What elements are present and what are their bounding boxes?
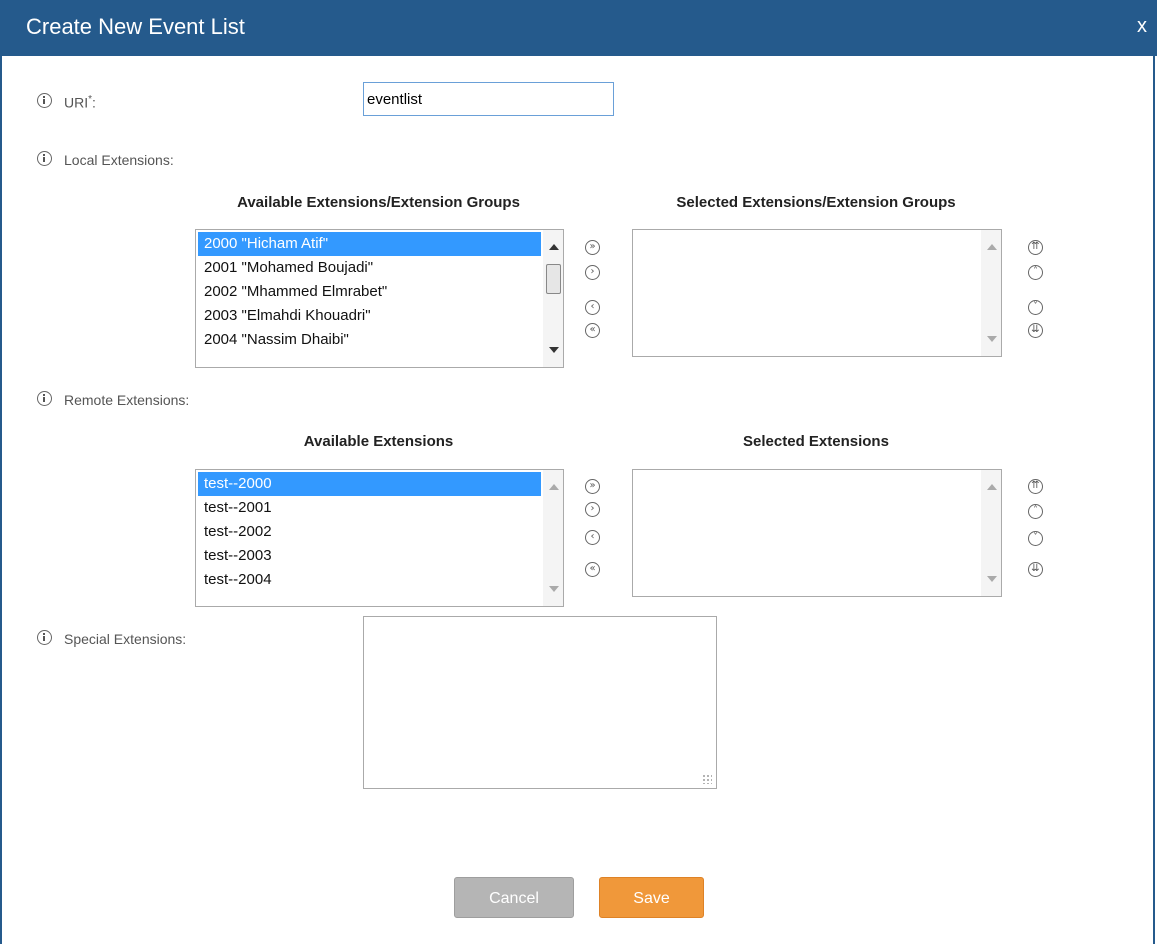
uri-input[interactable]: [363, 82, 614, 116]
scrollbar[interactable]: [543, 230, 563, 367]
local-selected-list[interactable]: [632, 229, 1002, 357]
scrollbar[interactable]: [543, 470, 563, 606]
move-down-button[interactable]: ˅: [1028, 531, 1043, 546]
scroll-thumb[interactable]: [546, 264, 561, 294]
move-bottom-button[interactable]: ⇊: [1028, 323, 1043, 338]
move-bottom-button[interactable]: ⇊: [1028, 562, 1043, 577]
remove-button[interactable]: ‹: [585, 530, 600, 545]
add-all-button[interactable]: »: [585, 240, 600, 255]
local-available-list[interactable]: 2000 "Hicham Atif" 2001 "Mohamed Boujadi…: [195, 229, 564, 368]
save-button[interactable]: Save: [599, 877, 704, 918]
uri-label: URI*:: [64, 94, 96, 111]
dialog-title: Create New Event List: [26, 14, 245, 39]
scroll-down-arrow-icon[interactable]: [549, 347, 559, 353]
special-extensions-label: Special Extensions:: [64, 631, 187, 647]
scroll-down-arrow-icon[interactable]: [987, 336, 997, 342]
dialog-titlebar: Create New Event List x: [0, 0, 1157, 56]
special-extensions-textarea[interactable]: [363, 616, 717, 789]
list-item[interactable]: test--2004: [198, 568, 541, 592]
info-icon[interactable]: [37, 93, 52, 108]
move-top-button[interactable]: ⇈: [1028, 479, 1043, 494]
list-item[interactable]: test--2003: [198, 544, 541, 568]
local-extensions-label: Local Extensions:: [64, 152, 174, 168]
remote-extensions-label: Remote Extensions:: [64, 392, 190, 408]
remote-available-list[interactable]: test--2000 test--2001 test--2002 test--2…: [195, 469, 564, 607]
close-button[interactable]: x: [1137, 15, 1147, 38]
info-icon[interactable]: [37, 391, 52, 406]
move-top-button[interactable]: ⇈: [1028, 240, 1043, 255]
add-button[interactable]: ›: [585, 502, 600, 517]
uri-label-suffix: :: [92, 94, 96, 111]
remove-all-button[interactable]: «: [585, 323, 600, 338]
scroll-down-arrow-icon[interactable]: [549, 586, 559, 592]
list-item[interactable]: test--2000: [198, 472, 541, 496]
list-item[interactable]: test--2001: [198, 496, 541, 520]
scrollbar[interactable]: [981, 230, 1001, 356]
remote-selected-list[interactable]: [632, 469, 1002, 597]
list-item[interactable]: 2003 "Elmahdi Khouadri": [198, 304, 541, 328]
resize-grip-icon[interactable]: [702, 774, 712, 784]
cancel-button[interactable]: Cancel: [454, 877, 574, 918]
info-icon[interactable]: [37, 151, 52, 166]
info-icon[interactable]: [37, 630, 52, 645]
remote-available-header: Available Extensions: [303, 433, 454, 450]
add-all-button[interactable]: »: [585, 479, 600, 494]
local-selected-header: Selected Extensions/Extension Groups: [676, 194, 956, 211]
remove-all-button[interactable]: «: [585, 562, 600, 577]
list-item[interactable]: test--2002: [198, 520, 541, 544]
scrollbar[interactable]: [981, 470, 1001, 596]
move-up-button[interactable]: ˄: [1028, 265, 1043, 280]
scroll-up-arrow-icon[interactable]: [987, 484, 997, 490]
remote-selected-header: Selected Extensions: [743, 433, 889, 450]
scroll-up-arrow-icon[interactable]: [549, 244, 559, 250]
uri-label-text: URI: [64, 94, 89, 111]
remove-button[interactable]: ‹: [585, 300, 600, 315]
scroll-up-arrow-icon[interactable]: [987, 244, 997, 250]
scroll-up-arrow-icon[interactable]: [549, 484, 559, 490]
list-item[interactable]: 2004 "Nassim Dhaibi": [198, 328, 541, 352]
list-item[interactable]: 2000 "Hicham Atif": [198, 232, 541, 256]
list-item[interactable]: 2002 "Mhammed Elmrabet": [198, 280, 541, 304]
local-available-header: Available Extensions/Extension Groups: [237, 194, 520, 211]
move-up-button[interactable]: ˄: [1028, 504, 1043, 519]
scroll-down-arrow-icon[interactable]: [987, 576, 997, 582]
move-down-button[interactable]: ˅: [1028, 300, 1043, 315]
add-button[interactable]: ›: [585, 265, 600, 280]
list-item[interactable]: 2001 "Mohamed Boujadi": [198, 256, 541, 280]
